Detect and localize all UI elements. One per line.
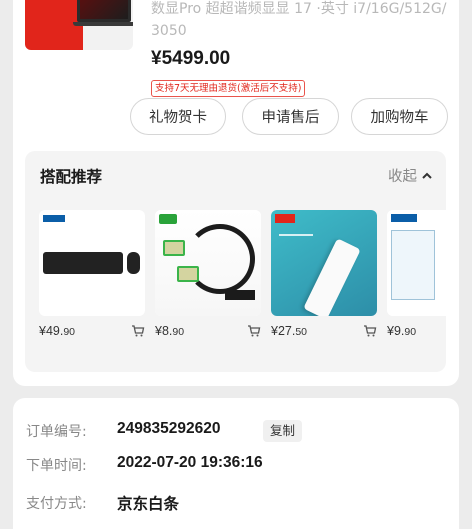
add-to-cart-button[interactable]: 加购物车 — [351, 98, 448, 135]
chevron-up-icon — [422, 172, 432, 179]
order-number-label: 订单编号: — [26, 424, 87, 440]
gift-card-button[interactable]: 礼物贺卡 — [130, 98, 226, 135]
promo-text-block — [279, 234, 313, 254]
order-time-value: 2022-07-20 19:36:16 — [117, 454, 263, 471]
cart-icon[interactable] — [247, 324, 261, 338]
product-thumbnail[interactable] — [25, 0, 133, 50]
brand-logo — [275, 214, 295, 223]
laptop-base — [73, 22, 133, 26]
collapse-label: 收起 — [388, 169, 417, 185]
product-badge — [225, 290, 255, 300]
cable-coil — [185, 224, 255, 294]
product-price: ¥5499.00 — [151, 48, 231, 69]
item-price: ¥27.50 — [271, 324, 308, 338]
order-time-label: 下单时间: — [26, 458, 87, 474]
cart-icon[interactable] — [363, 324, 377, 338]
recommend-item-keyboard[interactable]: ¥49.90 — [39, 210, 145, 338]
recommendation-panel: 搭配推荐 收起 ¥49.90 ¥8.90 ¥27.50 ¥9.90 — [25, 151, 446, 372]
after-sales-button[interactable]: 申请售后 — [242, 98, 339, 135]
network-cable-image[interactable] — [155, 210, 261, 316]
item-price: ¥9.90 — [387, 324, 417, 338]
order-product-card: 数显Pro 超超谐频显显 17 ·英寸 i7/16G/512G/ 3050 ¥5… — [13, 0, 459, 386]
product-title-line-1[interactable]: 数显Pro 超超谐频显显 17 ·英寸 i7/16G/512G/ — [151, 0, 446, 18]
keyboard-mouse-image[interactable] — [39, 210, 145, 316]
audio-jack-image[interactable] — [387, 210, 446, 316]
keyboard-shape — [43, 252, 123, 274]
item-price: ¥49.90 — [39, 324, 76, 338]
brand-tag — [159, 214, 177, 224]
payment-method-label: 支付方式: — [26, 496, 87, 512]
cart-icon[interactable] — [131, 324, 145, 338]
brand-tag — [391, 214, 417, 222]
recommend-item-power-strip[interactable]: ¥27.50 — [271, 210, 377, 338]
brand-logo — [43, 215, 65, 222]
rj45-connector — [177, 266, 199, 282]
laptop-screen — [80, 0, 128, 19]
rj45-connector — [163, 240, 185, 256]
product-title-line-2[interactable]: 3050 — [151, 22, 187, 40]
payment-method-value: 京东白条 — [117, 495, 180, 513]
power-strip-image[interactable] — [271, 210, 377, 316]
collapse-toggle[interactable]: 收起 — [388, 165, 433, 186]
order-info-card: 订单编号: 249835292620 复制 下单时间: 2022-07-20 1… — [13, 398, 459, 529]
copy-button[interactable]: 复制 — [263, 420, 303, 442]
return-policy-badge: 支持7天无理由退货(激活后不支持) — [151, 80, 306, 97]
order-number-value: 249835292620 — [117, 420, 221, 437]
recommend-item-cable[interactable]: ¥8.90 — [155, 210, 261, 338]
package-shape — [391, 230, 435, 300]
item-price: ¥8.90 — [155, 324, 185, 338]
mouse-shape — [127, 252, 140, 274]
recommend-item-audio-jack[interactable]: ¥9.90 — [387, 210, 446, 338]
recommendation-title: 搭配推荐 — [40, 168, 103, 186]
